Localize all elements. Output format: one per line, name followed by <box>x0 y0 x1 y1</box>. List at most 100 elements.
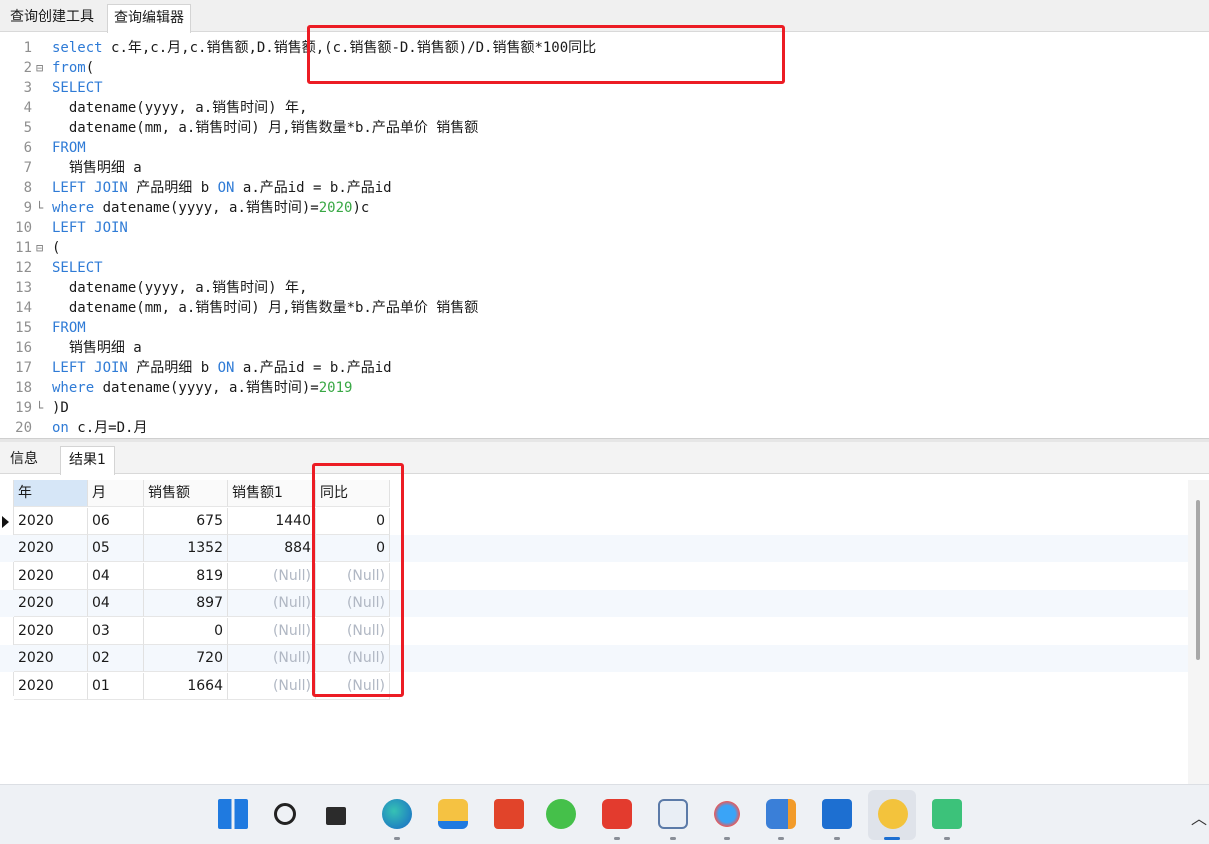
code-line[interactable]: 20 on c.月=D.月 <box>0 418 1209 438</box>
fold-toggle-icon[interactable]: ⊟ <box>36 58 48 78</box>
table-row[interactable]: 2020 04 897 (Null) (Null) <box>0 590 1188 617</box>
table-cell[interactable]: 01 <box>88 672 144 700</box>
code-text: 销售明细 a <box>52 158 142 178</box>
code-line[interactable]: 9 └ where datename(yyyy, a.销售时间)=2020)c <box>0 198 1209 218</box>
tab-result-1[interactable]: 结果1 <box>60 446 115 475</box>
running-indicator <box>944 837 950 840</box>
table-cell[interactable]: 675 <box>144 507 228 535</box>
table-cell[interactable]: 04 <box>88 590 144 617</box>
code-line[interactable]: 17 LEFT JOIN 产品明细 b ON a.产品id = b.产品id <box>0 358 1209 378</box>
table-cell[interactable]: 1664 <box>144 672 228 700</box>
table-cell[interactable]: 03 <box>88 617 144 645</box>
archive-tool-icon[interactable] <box>766 799 796 829</box>
office-icon[interactable] <box>494 799 524 829</box>
code-line[interactable]: 16 销售明细 a <box>0 338 1209 358</box>
table-cell[interactable]: 02 <box>88 645 144 672</box>
sql-text: datename(mm, a.销售时间) 月,销售数量*b.产品单价 销售额 <box>52 300 479 316</box>
code-line[interactable]: 12 SELECT <box>0 258 1209 278</box>
table-row[interactable]: 2020 02 720 (Null) (Null) <box>0 645 1188 672</box>
code-line[interactable]: 11 ⊟( <box>0 238 1209 258</box>
fold-end-icon: └ <box>36 401 44 415</box>
column-header[interactable]: 销售额 <box>144 480 228 507</box>
table-cell[interactable]: 720 <box>144 645 228 672</box>
sql-text: 产品明细 b <box>136 180 218 196</box>
code-line[interactable]: 4 datename(yyyy, a.销售时间) 年, <box>0 98 1209 118</box>
java-icon[interactable] <box>658 799 688 829</box>
edge-browser-icon[interactable] <box>382 799 412 829</box>
baidu-netdisk-icon[interactable] <box>712 799 742 829</box>
search-icon[interactable] <box>274 803 296 825</box>
table-cell[interactable]: 2020 <box>14 672 88 700</box>
table-cell[interactable]: 04 <box>88 562 144 590</box>
line-number: 17 <box>15 360 32 376</box>
fold-toggle-icon[interactable]: ⊟ <box>36 238 48 258</box>
wps-office-icon[interactable] <box>602 799 632 829</box>
taskbar-active-indicator <box>884 837 900 840</box>
code-text: LEFT JOIN 产品明细 b ON a.产品id = b.产品id <box>52 358 392 378</box>
line-number: 2 <box>23 60 32 76</box>
code-line[interactable]: 13 datename(yyyy, a.销售时间) 年, <box>0 278 1209 298</box>
table-row[interactable]: 2020 05 1352 884 0 <box>0 535 1188 562</box>
vertical-scrollbar[interactable] <box>1188 480 1209 784</box>
tab-query-builder[interactable]: 查询创建工具 <box>4 4 100 32</box>
code-line[interactable]: 10 LEFT JOIN <box>0 218 1209 238</box>
code-line[interactable]: 8 LEFT JOIN 产品明细 b ON a.产品id = b.产品id <box>0 178 1209 198</box>
code-text: where datename(yyyy, a.销售时间)=2020)c <box>52 198 369 218</box>
line-number: 13 <box>15 280 32 296</box>
table-row[interactable]: 2020 01 1664 (Null) (Null) <box>0 672 1188 700</box>
sublime-text-icon[interactable] <box>932 799 962 829</box>
table-cell[interactable]: 2020 <box>14 562 88 590</box>
table-cell[interactable]: 884 <box>228 535 316 562</box>
task-view-icon[interactable] <box>326 807 346 825</box>
sql-editor[interactable]: 1 select c.年,c.月,c.销售额,D.销售额,(c.销售额-D.销售额… <box>0 33 1209 438</box>
sql-text: a.产品id = b.产品id <box>242 360 392 376</box>
wechat-icon[interactable] <box>546 799 576 829</box>
navicat-icon[interactable] <box>878 799 908 829</box>
table-cell[interactable]: 05 <box>88 535 144 562</box>
table-cell[interactable]: (Null) <box>228 672 316 700</box>
file-explorer-icon[interactable] <box>438 799 468 829</box>
table-cell[interactable]: 819 <box>144 562 228 590</box>
code-text: from( <box>52 58 94 78</box>
result-grid[interactable]: 年月销售额 销售额1 同比 2020 06 675 1440 0 2020 05 1352 884 0 2… <box>0 480 1188 784</box>
table-cell[interactable]: 897 <box>144 590 228 617</box>
tab-info[interactable]: 信息 <box>2 446 46 474</box>
feishu-icon[interactable] <box>822 799 852 829</box>
windows-start-icon[interactable] <box>218 799 248 829</box>
code-line[interactable]: 18 where datename(yyyy, a.销售时间)=2019 <box>0 378 1209 398</box>
tab-query-editor[interactable]: 查询编辑器 <box>107 4 191 33</box>
code-line[interactable]: 15 FROM <box>0 318 1209 338</box>
table-cell[interactable]: 1352 <box>144 535 228 562</box>
chevron-up-icon[interactable]: ︿ <box>1191 805 1207 829</box>
table-cell[interactable]: (Null) <box>228 645 316 672</box>
code-text: )D <box>52 398 69 418</box>
table-cell[interactable]: (Null) <box>228 590 316 617</box>
table-cell[interactable]: 2020 <box>14 617 88 645</box>
table-cell[interactable]: 2020 <box>14 535 88 562</box>
code-line[interactable]: 7 销售明细 a <box>0 158 1209 178</box>
table-row[interactable]: 2020 06 675 1440 0 <box>0 507 1188 535</box>
column-header[interactable]: 月 <box>88 480 144 507</box>
sql-keyword: from <box>52 60 86 76</box>
code-text: ( <box>52 238 60 258</box>
table-cell[interactable]: (Null) <box>228 617 316 645</box>
code-line[interactable]: 14 datename(mm, a.销售时间) 月,销售数量*b.产品单价 销售… <box>0 298 1209 318</box>
table-cell[interactable]: 0 <box>144 617 228 645</box>
running-indicator <box>778 837 784 840</box>
column-header[interactable]: 销售额1 <box>228 480 316 507</box>
sql-keyword: ON <box>217 360 243 376</box>
line-number: 6 <box>23 140 32 156</box>
table-cell[interactable]: 2020 <box>14 507 88 535</box>
column-header[interactable]: 年 <box>14 480 88 507</box>
code-line[interactable]: 5 datename(mm, a.销售时间) 月,销售数量*b.产品单价 销售额 <box>0 118 1209 138</box>
table-cell[interactable]: 2020 <box>14 645 88 672</box>
table-row[interactable]: 2020 03 0 (Null) (Null) <box>0 617 1188 645</box>
table-cell[interactable]: (Null) <box>228 562 316 590</box>
table-cell[interactable]: 1440 <box>228 507 316 535</box>
code-line[interactable]: 19 └)D <box>0 398 1209 418</box>
table-row[interactable]: 2020 04 819 (Null) (Null) <box>0 562 1188 590</box>
code-line[interactable]: 6 FROM <box>0 138 1209 158</box>
table-cell[interactable]: 2020 <box>14 590 88 617</box>
scrollbar-thumb[interactable] <box>1196 500 1200 660</box>
table-cell[interactable]: 06 <box>88 507 144 535</box>
